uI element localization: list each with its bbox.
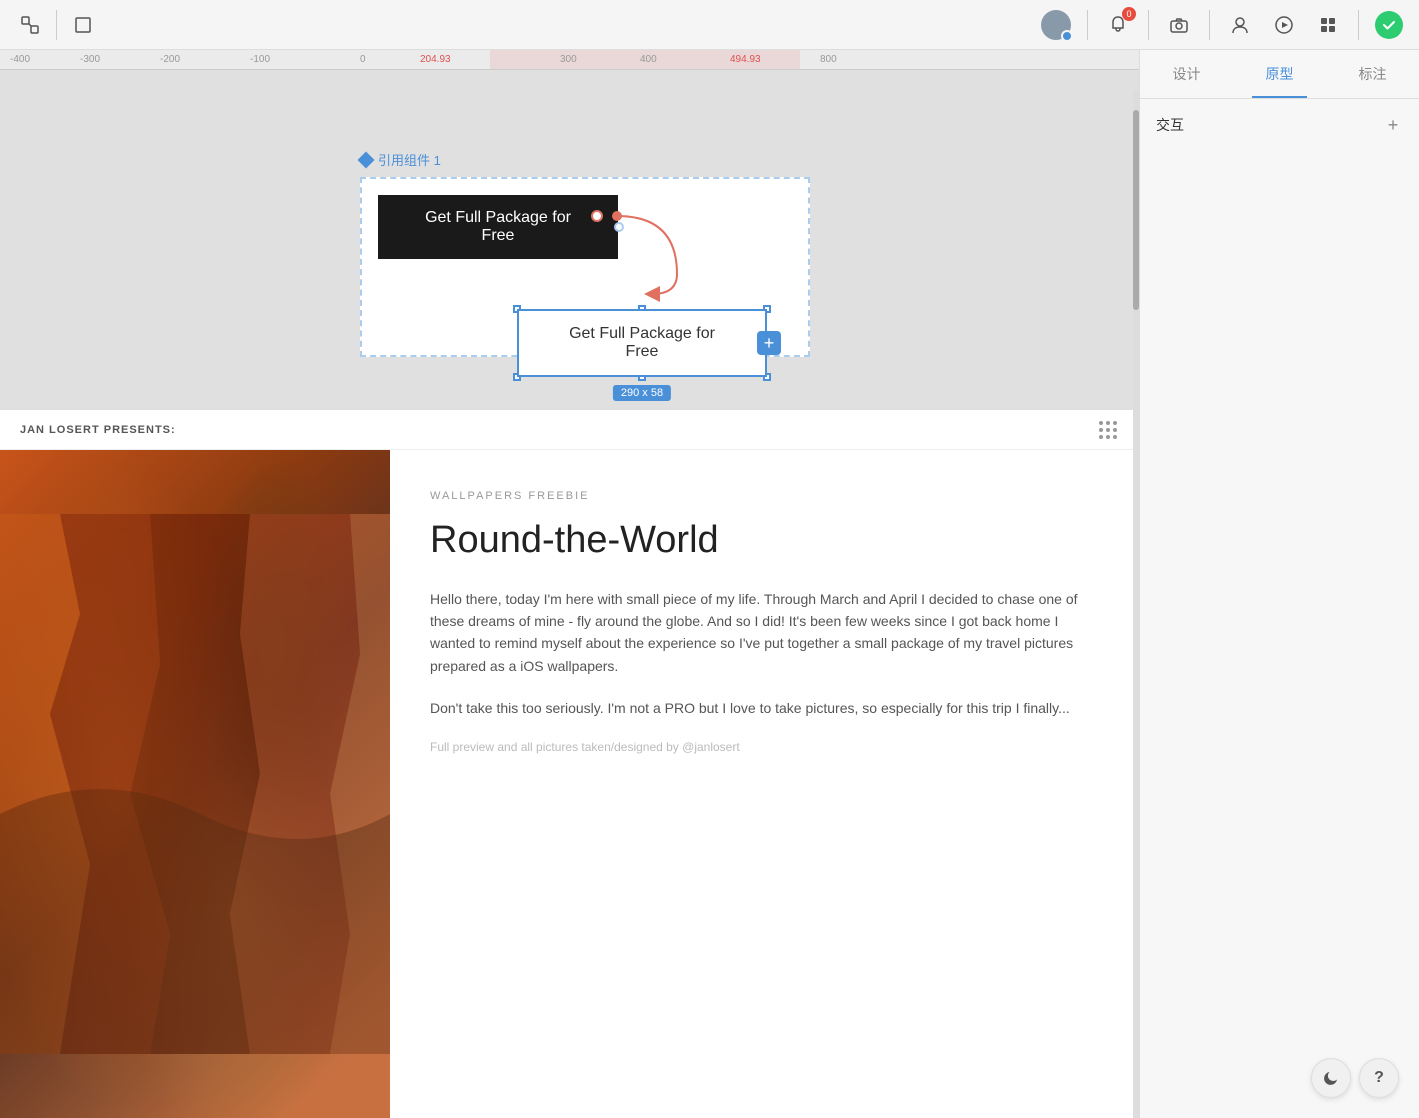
panel-content: 交互 +: [1140, 99, 1419, 1118]
divider-3: [1148, 10, 1149, 40]
ruler-mark-highlight: 204.93: [420, 54, 451, 65]
help-button[interactable]: ?: [1359, 1058, 1399, 1098]
preview-body1: Hello there, today I'm here with small p…: [430, 588, 1107, 678]
preview-header: JAN LOSERT PRESENTS:: [0, 410, 1139, 450]
conn-dot-right: [614, 222, 624, 232]
ruler-mark-highlight: 494.93: [730, 54, 761, 65]
size-label: 290 x 58: [613, 385, 671, 401]
main-area: -400 -300 -200 -100 0 204.93 300 400 494…: [0, 50, 1419, 1118]
toolbar: 0: [0, 0, 1419, 50]
ruler-mark: -200: [160, 54, 180, 65]
play-icon[interactable]: [1270, 11, 1298, 39]
frame-icon[interactable]: [69, 11, 97, 39]
divider-4: [1209, 10, 1210, 40]
panel-tabs: 设计 原型 标注: [1140, 50, 1419, 99]
component-name: 引用组件 1: [378, 150, 441, 169]
ruler-mark: 800: [820, 54, 837, 65]
bottom-right-buttons: ?: [1311, 1058, 1399, 1098]
toolbar-left: [16, 10, 97, 40]
divider-2: [1087, 10, 1088, 40]
avatar[interactable]: [1041, 10, 1071, 40]
panel-section-header: 交互 +: [1156, 115, 1403, 135]
divider-5: [1358, 10, 1359, 40]
preview-content: WALLPAPERS FREEBIE Round-the-World Hello…: [0, 450, 1139, 1118]
resize-icon[interactable]: [16, 11, 44, 39]
preview-image: [0, 450, 390, 1118]
canvas-content[interactable]: 引用组件 1 Get Full Package for Free: [0, 70, 1139, 1118]
component-label: 引用组件 1: [360, 150, 810, 169]
scrollbar[interactable]: [1133, 90, 1139, 1118]
notification-icon[interactable]: 0: [1104, 11, 1132, 39]
preview-section: JAN LOSERT PRESENTS:: [0, 410, 1139, 1118]
button1[interactable]: Get Full Package for Free: [378, 195, 618, 259]
preview-caption: Full preview and all pictures taken/desi…: [430, 740, 1107, 754]
button2[interactable]: Get Full Package for Free: [517, 309, 767, 377]
panel-section-title: 交互: [1156, 115, 1184, 135]
ruler-mark: -100: [250, 54, 270, 65]
preview-brand: JAN LOSERT PRESENTS:: [20, 424, 176, 436]
tab-prototype[interactable]: 原型: [1233, 50, 1326, 98]
button2-container: Get Full Package for Free 290 x 58 +: [517, 309, 767, 377]
tab-design[interactable]: 设计: [1140, 50, 1233, 98]
avatar-badge: [1061, 30, 1073, 42]
ruler-mark: 0: [360, 54, 366, 65]
button2-wrapper: Get Full Package for Free 290 x 58 +: [517, 309, 767, 377]
ruler-mark: 400: [640, 54, 657, 65]
button1-wrapper: Get Full Package for Free: [378, 195, 618, 259]
canvas-area[interactable]: -400 -300 -200 -100 0 204.93 300 400 494…: [0, 50, 1139, 1118]
ruler-horizontal: -400 -300 -200 -100 0 204.93 300 400 494…: [0, 50, 1139, 70]
camera-icon[interactable]: [1165, 11, 1193, 39]
user-icon[interactable]: [1226, 11, 1254, 39]
ruler-mark: 300: [560, 54, 577, 65]
component-container: 引用组件 1 Get Full Package for Free: [360, 150, 810, 357]
dark-mode-button[interactable]: [1311, 1058, 1351, 1098]
preview-body2: Don't take this too seriously. I'm not a…: [430, 697, 1107, 719]
divider-1: [56, 10, 57, 40]
preview-category: WALLPAPERS FREEBIE: [430, 490, 1107, 502]
toolbar-center: 0: [1041, 10, 1403, 40]
notification-count: 0: [1122, 7, 1136, 21]
right-panel: 设计 原型 标注 交互 +: [1139, 50, 1419, 1118]
preview-title: Round-the-World: [430, 518, 1107, 564]
scrollbar-thumb[interactable]: [1133, 110, 1139, 310]
grid-icon[interactable]: [1314, 11, 1342, 39]
component-diamond-icon: [358, 151, 375, 168]
panel-add-button[interactable]: +: [1383, 115, 1403, 135]
ruler-mark: -400: [10, 54, 30, 65]
dots-menu-icon[interactable]: [1099, 421, 1119, 439]
component-box[interactable]: Get Full Package for Free: [360, 177, 810, 357]
publish-button[interactable]: [1375, 11, 1403, 39]
ruler-mark: -300: [80, 54, 100, 65]
tab-comment[interactable]: 标注: [1326, 50, 1419, 98]
preview-text: WALLPAPERS FREEBIE Round-the-World Hello…: [390, 450, 1139, 1118]
add-component-button[interactable]: +: [757, 331, 781, 355]
prototype-arrow: [597, 194, 797, 314]
